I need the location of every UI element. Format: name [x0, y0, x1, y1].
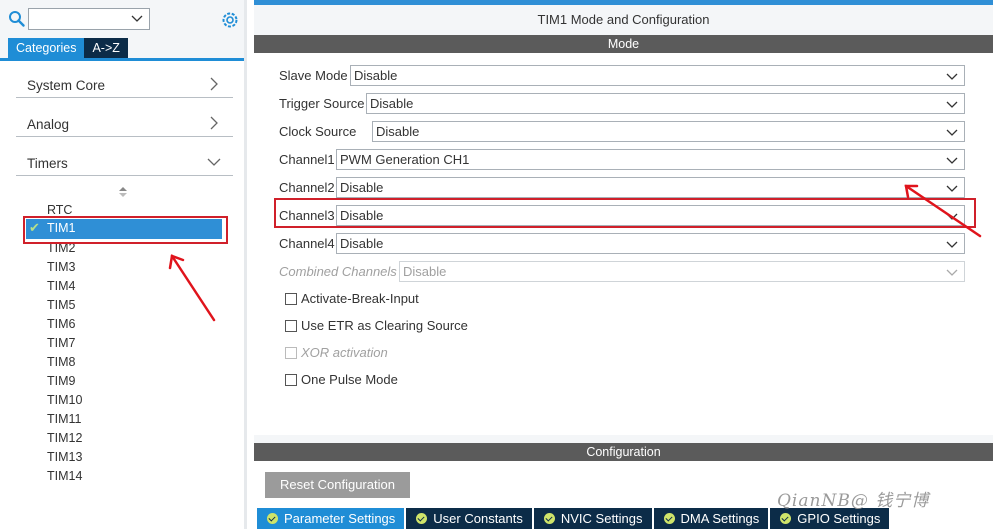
select-value: Disable: [370, 96, 414, 111]
chevron-down-icon: [207, 158, 221, 166]
timer-item-tim6[interactable]: TIM6: [47, 315, 75, 334]
tab-nvic-settings[interactable]: NVIC Settings: [533, 508, 654, 529]
tab-parameter-settings[interactable]: Parameter Settings: [257, 508, 407, 529]
one-pulse-mode-checkbox[interactable]: [285, 374, 297, 386]
category-system-core[interactable]: System Core: [16, 70, 233, 98]
right-panel: TIM1 Mode and Configuration Mode Slave M…: [254, 0, 993, 529]
page-title: TIM1 Mode and Configuration: [537, 12, 710, 27]
select-value: PWM Generation CH1: [340, 152, 470, 167]
timer-item-tim3[interactable]: TIM3: [47, 258, 75, 277]
reset-configuration-button[interactable]: Reset Configuration: [265, 472, 410, 498]
select-value: Disable: [376, 124, 420, 139]
use-etr-label: Use ETR as Clearing Source: [301, 318, 468, 333]
channel4-label: Channel4: [279, 236, 335, 251]
trigger-source-label: Trigger Source: [279, 96, 365, 111]
select-value: Disable: [354, 68, 398, 83]
timer-item-tim11[interactable]: TIM11: [47, 410, 82, 429]
chevron-down-icon: [946, 129, 958, 136]
search-icon[interactable]: [8, 10, 26, 28]
tab-user-constants[interactable]: User Constants: [406, 508, 534, 529]
tab-underline: [0, 58, 247, 61]
timer-item-tim4[interactable]: TIM4: [47, 277, 75, 296]
sort-icon[interactable]: [118, 186, 128, 198]
tab-dma-settings[interactable]: DMA Settings: [653, 508, 771, 529]
tab-categories[interactable]: Categories: [8, 38, 85, 58]
select-value: Disable: [340, 236, 384, 251]
tab-gpio-settings[interactable]: GPIO Settings: [770, 508, 892, 529]
trigger-source-select[interactable]: Disable: [366, 93, 965, 114]
left-panel: Categories A->Z System Core Analog Timer…: [0, 0, 247, 529]
configuration-section-header: Configuration: [254, 443, 993, 461]
mode-section-header: Mode: [254, 35, 993, 53]
channel1-label: Channel1: [279, 152, 335, 167]
check-circle-icon: [543, 513, 555, 524]
tab-label: User Constants: [433, 511, 523, 526]
select-value: Disable: [403, 264, 447, 279]
one-pulse-mode-label: One Pulse Mode: [301, 372, 398, 387]
xor-activation-label: XOR activation: [301, 345, 388, 360]
chevron-down-icon: [946, 241, 958, 248]
channel1-select[interactable]: PWM Generation CH1: [336, 149, 965, 170]
chevron-down-icon: [946, 101, 958, 108]
chevron-down-icon: [946, 157, 958, 164]
combined-channels-label: Combined Channels: [279, 264, 397, 279]
check-circle-icon: [780, 513, 792, 524]
timer-item-tim12[interactable]: TIM12: [47, 429, 82, 448]
activate-break-input-checkbox[interactable]: [285, 293, 297, 305]
channel2-label: Channel2: [279, 180, 335, 195]
check-circle-icon: [663, 513, 675, 524]
tab-label: NVIC Settings: [560, 511, 643, 526]
timer-item-tim10[interactable]: TIM10: [47, 391, 82, 410]
slave-mode-select[interactable]: Disable: [350, 65, 965, 86]
timer-item-tim14[interactable]: TIM14: [47, 467, 82, 486]
tab-label: GPIO Settings: [797, 511, 881, 526]
timer-item-tim7[interactable]: TIM7: [47, 334, 75, 353]
tab-a-to-z[interactable]: A->Z: [84, 38, 128, 58]
select-value: Disable: [340, 180, 384, 195]
clock-source-label: Clock Source: [279, 124, 357, 139]
category-label: Timers: [27, 156, 68, 171]
chevron-right-icon: [210, 77, 218, 91]
search-input[interactable]: [28, 8, 150, 30]
category-tabs: Categories A->Z: [8, 38, 128, 58]
highlight-box-channel1: [274, 198, 976, 228]
gear-icon[interactable]: [220, 10, 240, 30]
channel2-select[interactable]: Disable: [336, 177, 965, 198]
category-timers[interactable]: Timers: [16, 148, 233, 176]
highlight-box-tim1: [23, 216, 228, 244]
left-panel-scrollbar[interactable]: [244, 0, 247, 529]
channel4-select[interactable]: Disable: [336, 233, 965, 254]
combined-channels-select: Disable: [399, 261, 965, 282]
activate-break-input-label: Activate-Break-Input: [301, 291, 419, 306]
use-etr-checkbox[interactable]: [285, 320, 297, 332]
tab-label: Parameter Settings: [284, 511, 396, 526]
check-circle-icon: [267, 513, 278, 524]
timer-item-tim13[interactable]: TIM13: [47, 448, 82, 467]
timer-item-tim8[interactable]: TIM8: [47, 353, 75, 372]
chevron-right-icon: [210, 116, 218, 130]
tab-label: DMA Settings: [680, 511, 760, 526]
chevron-down-icon: [946, 185, 958, 192]
chevron-down-icon: [946, 73, 958, 80]
clock-source-select[interactable]: Disable: [372, 121, 965, 142]
configuration-tabs: Parameter Settings User Constants NVIC S…: [257, 508, 892, 529]
category-analog[interactable]: Analog: [16, 109, 233, 137]
check-circle-icon: [416, 513, 428, 524]
chevron-down-icon: [131, 15, 143, 22]
category-label: System Core: [27, 78, 106, 93]
timer-item-tim5[interactable]: TIM5: [47, 296, 75, 315]
xor-activation-checkbox: [285, 347, 297, 359]
category-label: Analog: [27, 117, 70, 132]
timer-item-tim9[interactable]: TIM9: [47, 372, 75, 391]
top-accent-bar: [254, 0, 993, 5]
chevron-down-icon: [946, 269, 958, 276]
mode-panel: Slave Mode Disable Trigger Source Disabl…: [254, 53, 993, 435]
slave-mode-label: Slave Mode: [279, 68, 348, 83]
watermark: QianNB@ 钱宁博: [777, 491, 930, 511]
